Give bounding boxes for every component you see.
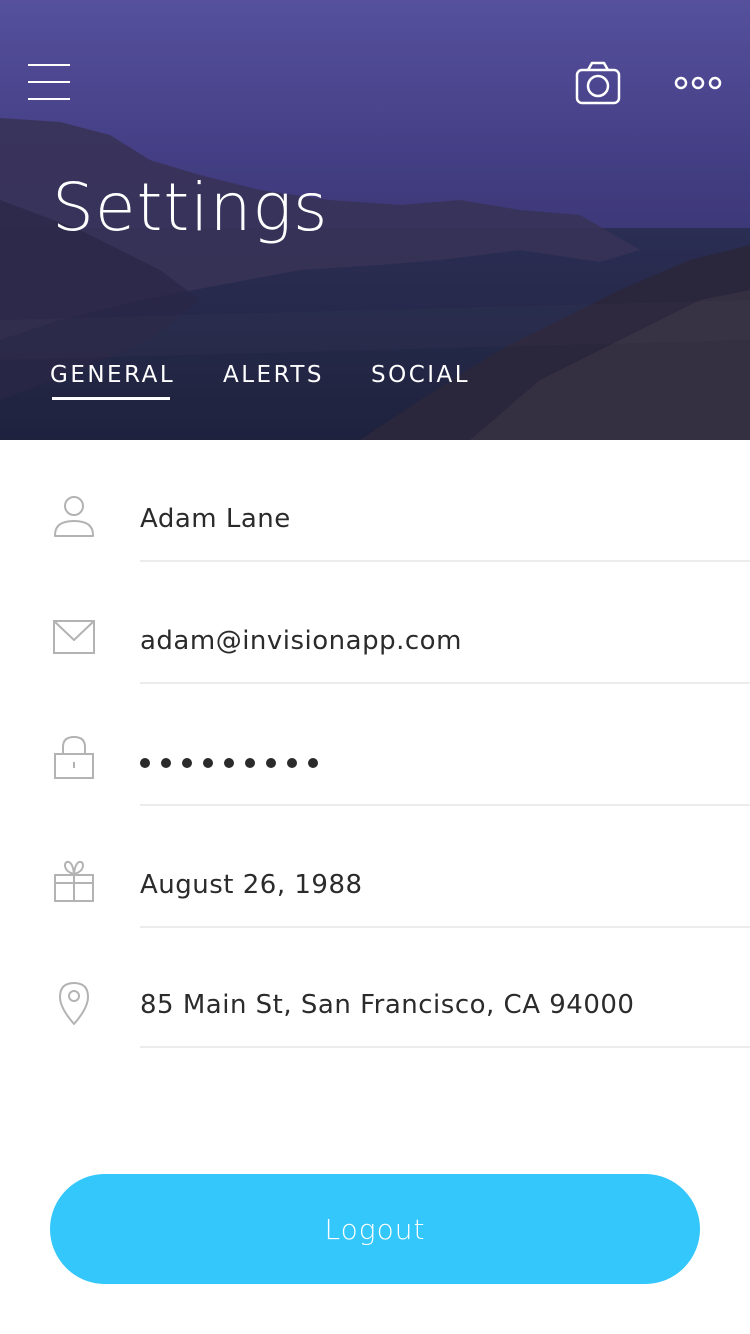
hamburger-menu-icon[interactable]: [28, 64, 72, 102]
menu-line: [28, 81, 70, 83]
email-row[interactable]: adam@invisionapp.com: [0, 562, 750, 684]
tab-general[interactable]: GENERAL: [50, 358, 175, 392]
password-mask-dot: [224, 758, 234, 768]
lock-icon: [52, 734, 98, 780]
page-title: Settings: [52, 169, 329, 246]
active-tab-indicator: [52, 397, 170, 400]
name-row[interactable]: Adam Lane: [0, 440, 750, 562]
logout-button[interactable]: Logout: [50, 1174, 700, 1284]
tab-alerts[interactable]: ALERTS: [223, 358, 324, 392]
address-field[interactable]: 85 Main St, San Francisco, CA 94000: [140, 988, 634, 1022]
camera-icon[interactable]: [574, 60, 622, 106]
menu-line: [28, 64, 70, 66]
user-icon: [52, 495, 98, 541]
password-mask-dot: [245, 758, 255, 768]
tab-social[interactable]: SOCIAL: [371, 358, 470, 392]
divider: [140, 1046, 750, 1048]
password-field[interactable]: [140, 758, 318, 768]
menu-line: [28, 98, 70, 100]
mail-icon: [52, 618, 98, 664]
location-pin-icon: [52, 980, 98, 1026]
birthday-field[interactable]: August 26, 1988: [140, 868, 363, 902]
name-field[interactable]: Adam Lane: [140, 502, 291, 536]
password-mask-dot: [203, 758, 213, 768]
password-mask-dot: [161, 758, 171, 768]
address-row[interactable]: 85 Main St, San Francisco, CA 94000: [0, 928, 750, 1050]
password-mask-dot: [308, 758, 318, 768]
birthday-row[interactable]: August 26, 1988: [0, 806, 750, 928]
more-options-icon[interactable]: [673, 74, 723, 92]
header: Settings GENERAL ALERTS SOCIAL: [0, 0, 750, 440]
gift-icon: [52, 858, 98, 904]
email-field[interactable]: adam@invisionapp.com: [140, 624, 462, 658]
password-row[interactable]: [0, 684, 750, 806]
password-mask-dot: [182, 758, 192, 768]
password-mask-dot: [140, 758, 150, 768]
password-mask-dot: [287, 758, 297, 768]
password-mask-dot: [266, 758, 276, 768]
